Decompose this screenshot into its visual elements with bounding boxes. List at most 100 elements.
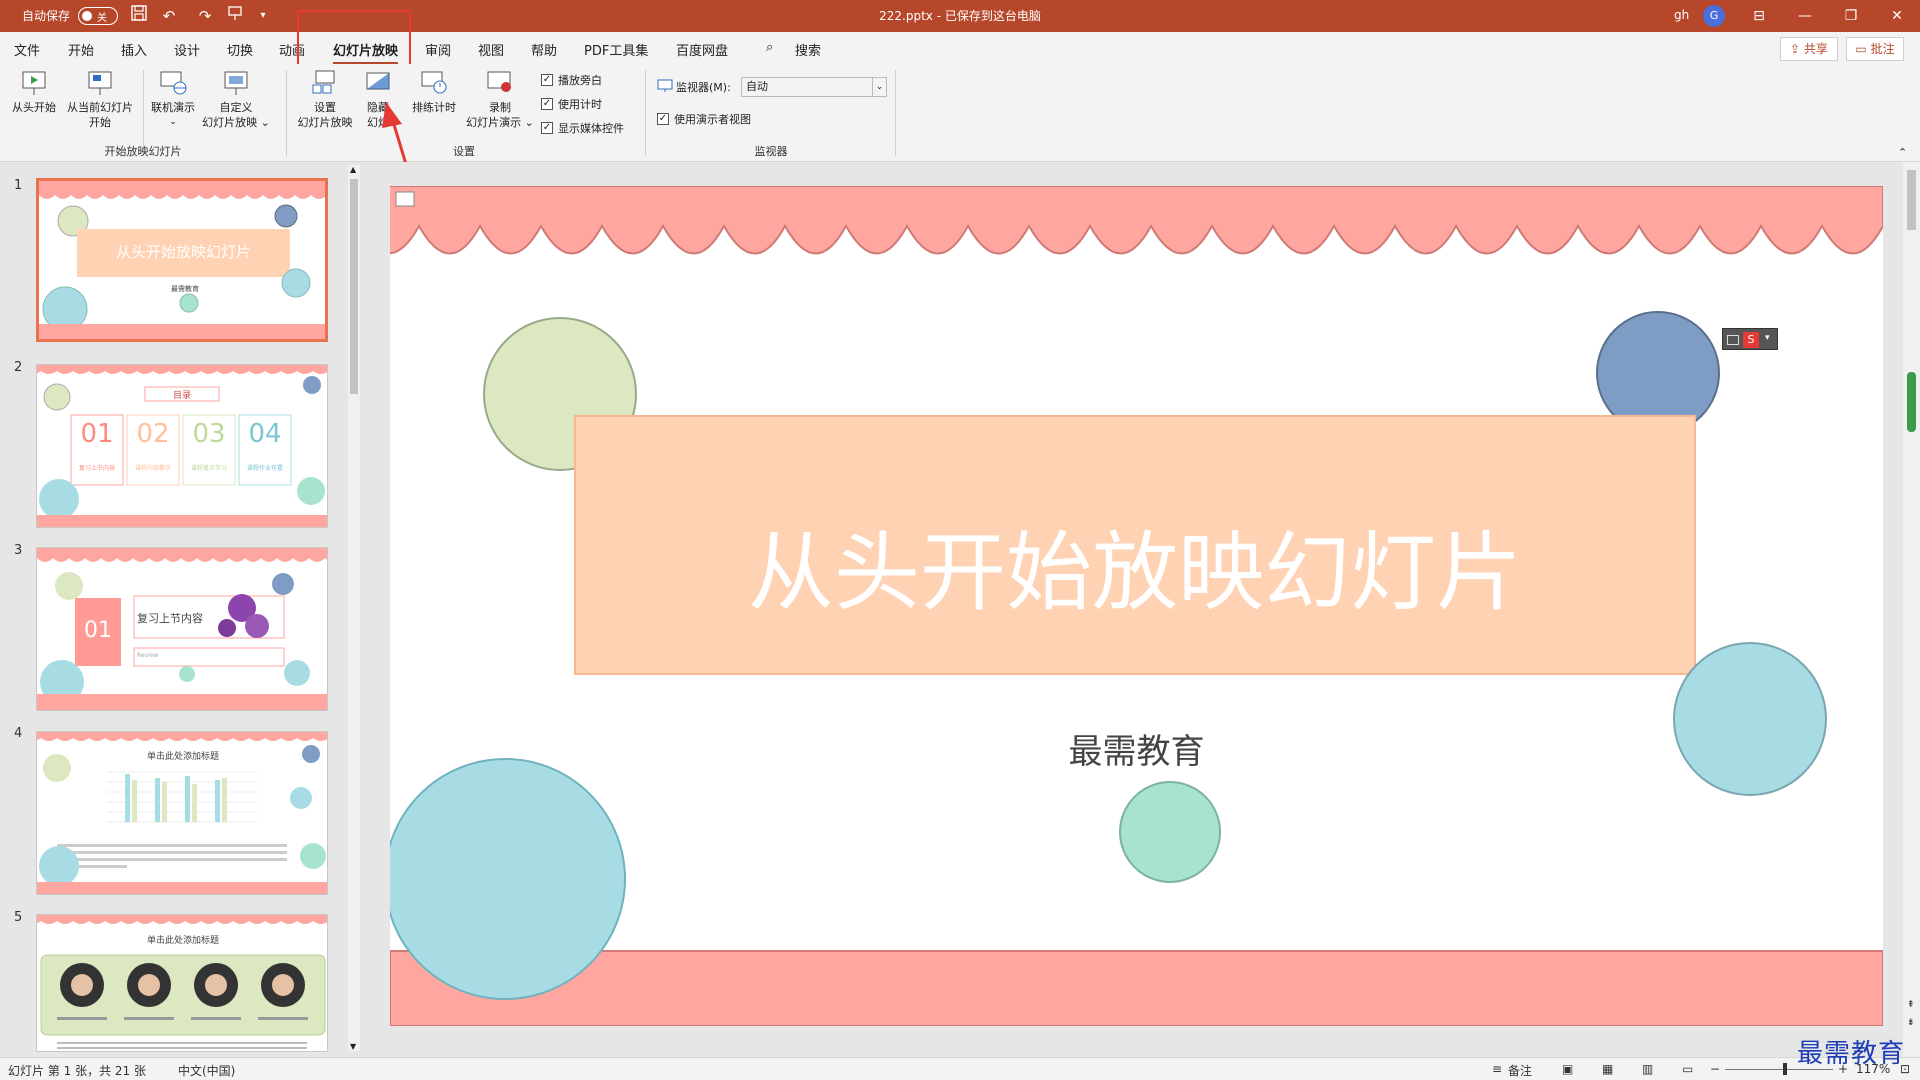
monitor-icon bbox=[657, 79, 673, 96]
thumb-title: 单击此处添加标题 bbox=[146, 936, 219, 946]
thumb-caption: 课程重点学习 bbox=[190, 465, 227, 472]
restore-icon[interactable]: ❐ bbox=[1828, 0, 1874, 32]
thumb-item: 03 bbox=[192, 419, 226, 449]
thumb-title: 目录 bbox=[172, 391, 191, 401]
next-slide-icon[interactable]: ⇟ bbox=[1907, 1018, 1915, 1028]
thumb-item: 01 bbox=[80, 419, 114, 449]
rehearse-icon bbox=[419, 68, 449, 98]
thumb-title: 复习上节内容 bbox=[137, 612, 203, 625]
checkmark-icon: ✓ bbox=[657, 113, 669, 125]
hide-slide-icon bbox=[363, 68, 393, 98]
zoom-fit-handle[interactable] bbox=[1907, 372, 1916, 432]
tab-view[interactable]: 视图 bbox=[478, 40, 504, 59]
close-icon[interactable]: ✕ bbox=[1874, 0, 1920, 32]
custom-slideshow-button[interactable]: 自定义 幻灯片放映 ⌄ bbox=[200, 68, 272, 130]
slide-count: 幻灯片 第 1 张，共 21 张 bbox=[8, 1064, 146, 1078]
tab-review[interactable]: 审阅 bbox=[425, 40, 451, 59]
watermark-text: 最需教育 bbox=[1797, 1039, 1906, 1069]
from-beginning-button[interactable]: 从头开始 bbox=[8, 68, 60, 115]
play-narrations-checkbox[interactable]: ✓ 播放旁白 bbox=[541, 72, 602, 88]
monitor-label: 监视器(M): bbox=[676, 81, 731, 94]
current-slide-icon bbox=[85, 68, 115, 98]
zoom-slider-thumb[interactable] bbox=[1783, 1063, 1787, 1075]
chevron-down-icon: ⌄ bbox=[872, 78, 886, 96]
tab-help[interactable]: 帮助 bbox=[531, 40, 557, 59]
group-label-start: 开始放映幻灯片 bbox=[104, 145, 182, 158]
thumb-caption: 课程内容教学 bbox=[134, 465, 171, 472]
ribbon-tabs: 文件 开始 插入 设计 切换 动画 幻灯片放映 审阅 视图 帮助 PDF工具集 … bbox=[0, 32, 1920, 65]
slide-title[interactable]: 从头开始放映幻灯片 bbox=[575, 502, 1695, 627]
prev-slide-icon[interactable]: ⇞ bbox=[1907, 1000, 1915, 1010]
status-bar: 幻灯片 第 1 张，共 21 张 中文(中国) ≡ 备注 ▣ ▦ ▥ ▭ − +… bbox=[0, 1057, 1920, 1080]
slide-thumbnail-pane: 1 从头开始放映幻灯片 最需教育 2 目录 01 02 03 04 复习上节内容… bbox=[0, 162, 365, 1057]
thumb-badge: 01 bbox=[84, 618, 112, 643]
thumbnail-slide-5[interactable]: 单击此处添加标题 bbox=[36, 914, 328, 1052]
record-icon bbox=[485, 68, 515, 98]
custom-show-icon bbox=[221, 68, 251, 98]
thumb-subtitle: 最需教育 bbox=[171, 285, 199, 293]
online-present-icon bbox=[158, 68, 188, 98]
thumb-number: 3 bbox=[14, 543, 23, 558]
monitor-select[interactable]: 自动 ⌄ bbox=[741, 77, 887, 97]
ime-toolbar[interactable]: S ▾ bbox=[1722, 328, 1778, 350]
setup-slideshow-button[interactable]: 设置 幻灯片放映 bbox=[292, 68, 358, 130]
thumb-number: 4 bbox=[14, 726, 23, 741]
thumb-title: 从头开始放映幻灯片 bbox=[115, 243, 251, 261]
avatar[interactable]: G bbox=[1703, 5, 1725, 27]
group-label-monitor: 监视器 bbox=[754, 145, 788, 158]
minimize-icon[interactable]: — bbox=[1782, 0, 1828, 32]
thumbnail-slide-4[interactable]: 单击此处添加标题 bbox=[36, 731, 328, 895]
sogou-icon: S bbox=[1743, 332, 1759, 348]
slide-subtitle[interactable]: 最需教育 bbox=[390, 724, 1883, 773]
normal-view-icon[interactable]: ▣ bbox=[1562, 1062, 1573, 1076]
slide-sorter-icon[interactable]: ▦ bbox=[1602, 1062, 1613, 1076]
thumbnail-scrollbar[interactable]: ▲ ▼ bbox=[348, 165, 360, 1051]
record-slideshow-button[interactable]: 录制 幻灯片演示 ⌄ bbox=[462, 68, 538, 130]
thumbnail-slide-1[interactable]: 从头开始放映幻灯片 最需教育 bbox=[36, 178, 328, 342]
tab-pdf-tools[interactable]: PDF工具集 bbox=[584, 40, 648, 59]
editor-scrollbar[interactable]: ⇞ ⇟ bbox=[1903, 162, 1920, 1057]
notes-button[interactable]: 备注 bbox=[1508, 1062, 1532, 1079]
play-slide-icon bbox=[19, 68, 49, 98]
ribbon-display-icon[interactable]: ⊟ bbox=[1736, 0, 1782, 32]
zoom-out-icon[interactable]: − bbox=[1710, 1062, 1720, 1076]
thumb-item: 04 bbox=[248, 419, 282, 449]
notes-icon[interactable]: ≡ bbox=[1492, 1062, 1502, 1076]
tab-file[interactable]: 文件 bbox=[14, 40, 40, 59]
show-media-controls-checkbox[interactable]: ✓ 显示媒体控件 bbox=[541, 120, 624, 136]
presenter-view-checkbox[interactable]: ✓ 使用演示者视图 bbox=[657, 111, 751, 127]
document-title: 222.pptx - 已保存到这台电脑 bbox=[879, 9, 1041, 23]
tab-transitions[interactable]: 切换 bbox=[227, 40, 253, 59]
present-online-button[interactable]: 联机演示 ⌄ bbox=[146, 68, 200, 130]
language[interactable]: 中文(中国) bbox=[178, 1062, 235, 1079]
comment-button[interactable]: ▭ 批注 bbox=[1846, 37, 1904, 61]
use-timings-checkbox[interactable]: ✓ 使用计时 bbox=[541, 96, 602, 112]
keyboard-icon bbox=[1727, 335, 1739, 345]
tab-design[interactable]: 设计 bbox=[174, 40, 200, 59]
tab-baidu-netdisk[interactable]: 百度网盘 bbox=[676, 40, 728, 59]
main-slide[interactable]: 从头开始放映幻灯片 最需教育 bbox=[390, 186, 1883, 1026]
scroll-down-icon[interactable]: ▼ bbox=[350, 1042, 356, 1051]
tab-insert[interactable]: 插入 bbox=[121, 40, 147, 59]
chevron-down-icon: ▾ bbox=[1765, 333, 1770, 343]
title-bar: 自动保存 关 ↶ ↷ ▾ 222.pptx - 已保存到这台电脑 gh G ⊟ … bbox=[0, 0, 1920, 32]
tab-home[interactable]: 开始 bbox=[68, 40, 94, 59]
reading-view-icon[interactable]: ▥ bbox=[1642, 1062, 1653, 1076]
search-icon[interactable]: ⌕ bbox=[766, 40, 773, 55]
thumb-item: 02 bbox=[136, 419, 170, 449]
setup-show-icon bbox=[310, 68, 340, 98]
comment-icon: ▭ bbox=[1855, 42, 1871, 56]
thumbnail-slide-2[interactable]: 目录 01 02 03 04 复习上节内容 课程内容教学 课程重点学习 课程作业… bbox=[36, 364, 328, 528]
thumb-sub: Review bbox=[137, 652, 159, 659]
user-name[interactable]: gh bbox=[1674, 8, 1689, 22]
thumb-caption: 复习上节内容 bbox=[78, 465, 115, 472]
collapse-ribbon-icon[interactable]: ⌃ bbox=[1898, 146, 1907, 159]
share-button[interactable]: ⇪ 共享 bbox=[1780, 37, 1838, 61]
from-current-button[interactable]: 从当前幻灯片 开始 bbox=[62, 68, 138, 130]
slideshow-view-icon[interactable]: ▭ bbox=[1682, 1062, 1693, 1076]
thumb-number: 1 bbox=[14, 178, 23, 193]
scroll-up-icon[interactable]: ▲ bbox=[350, 165, 356, 174]
thumbnail-slide-3[interactable]: 01 复习上节内容 Review bbox=[36, 547, 328, 711]
checkmark-icon: ✓ bbox=[541, 74, 553, 86]
search-label[interactable]: 搜索 bbox=[795, 40, 821, 59]
